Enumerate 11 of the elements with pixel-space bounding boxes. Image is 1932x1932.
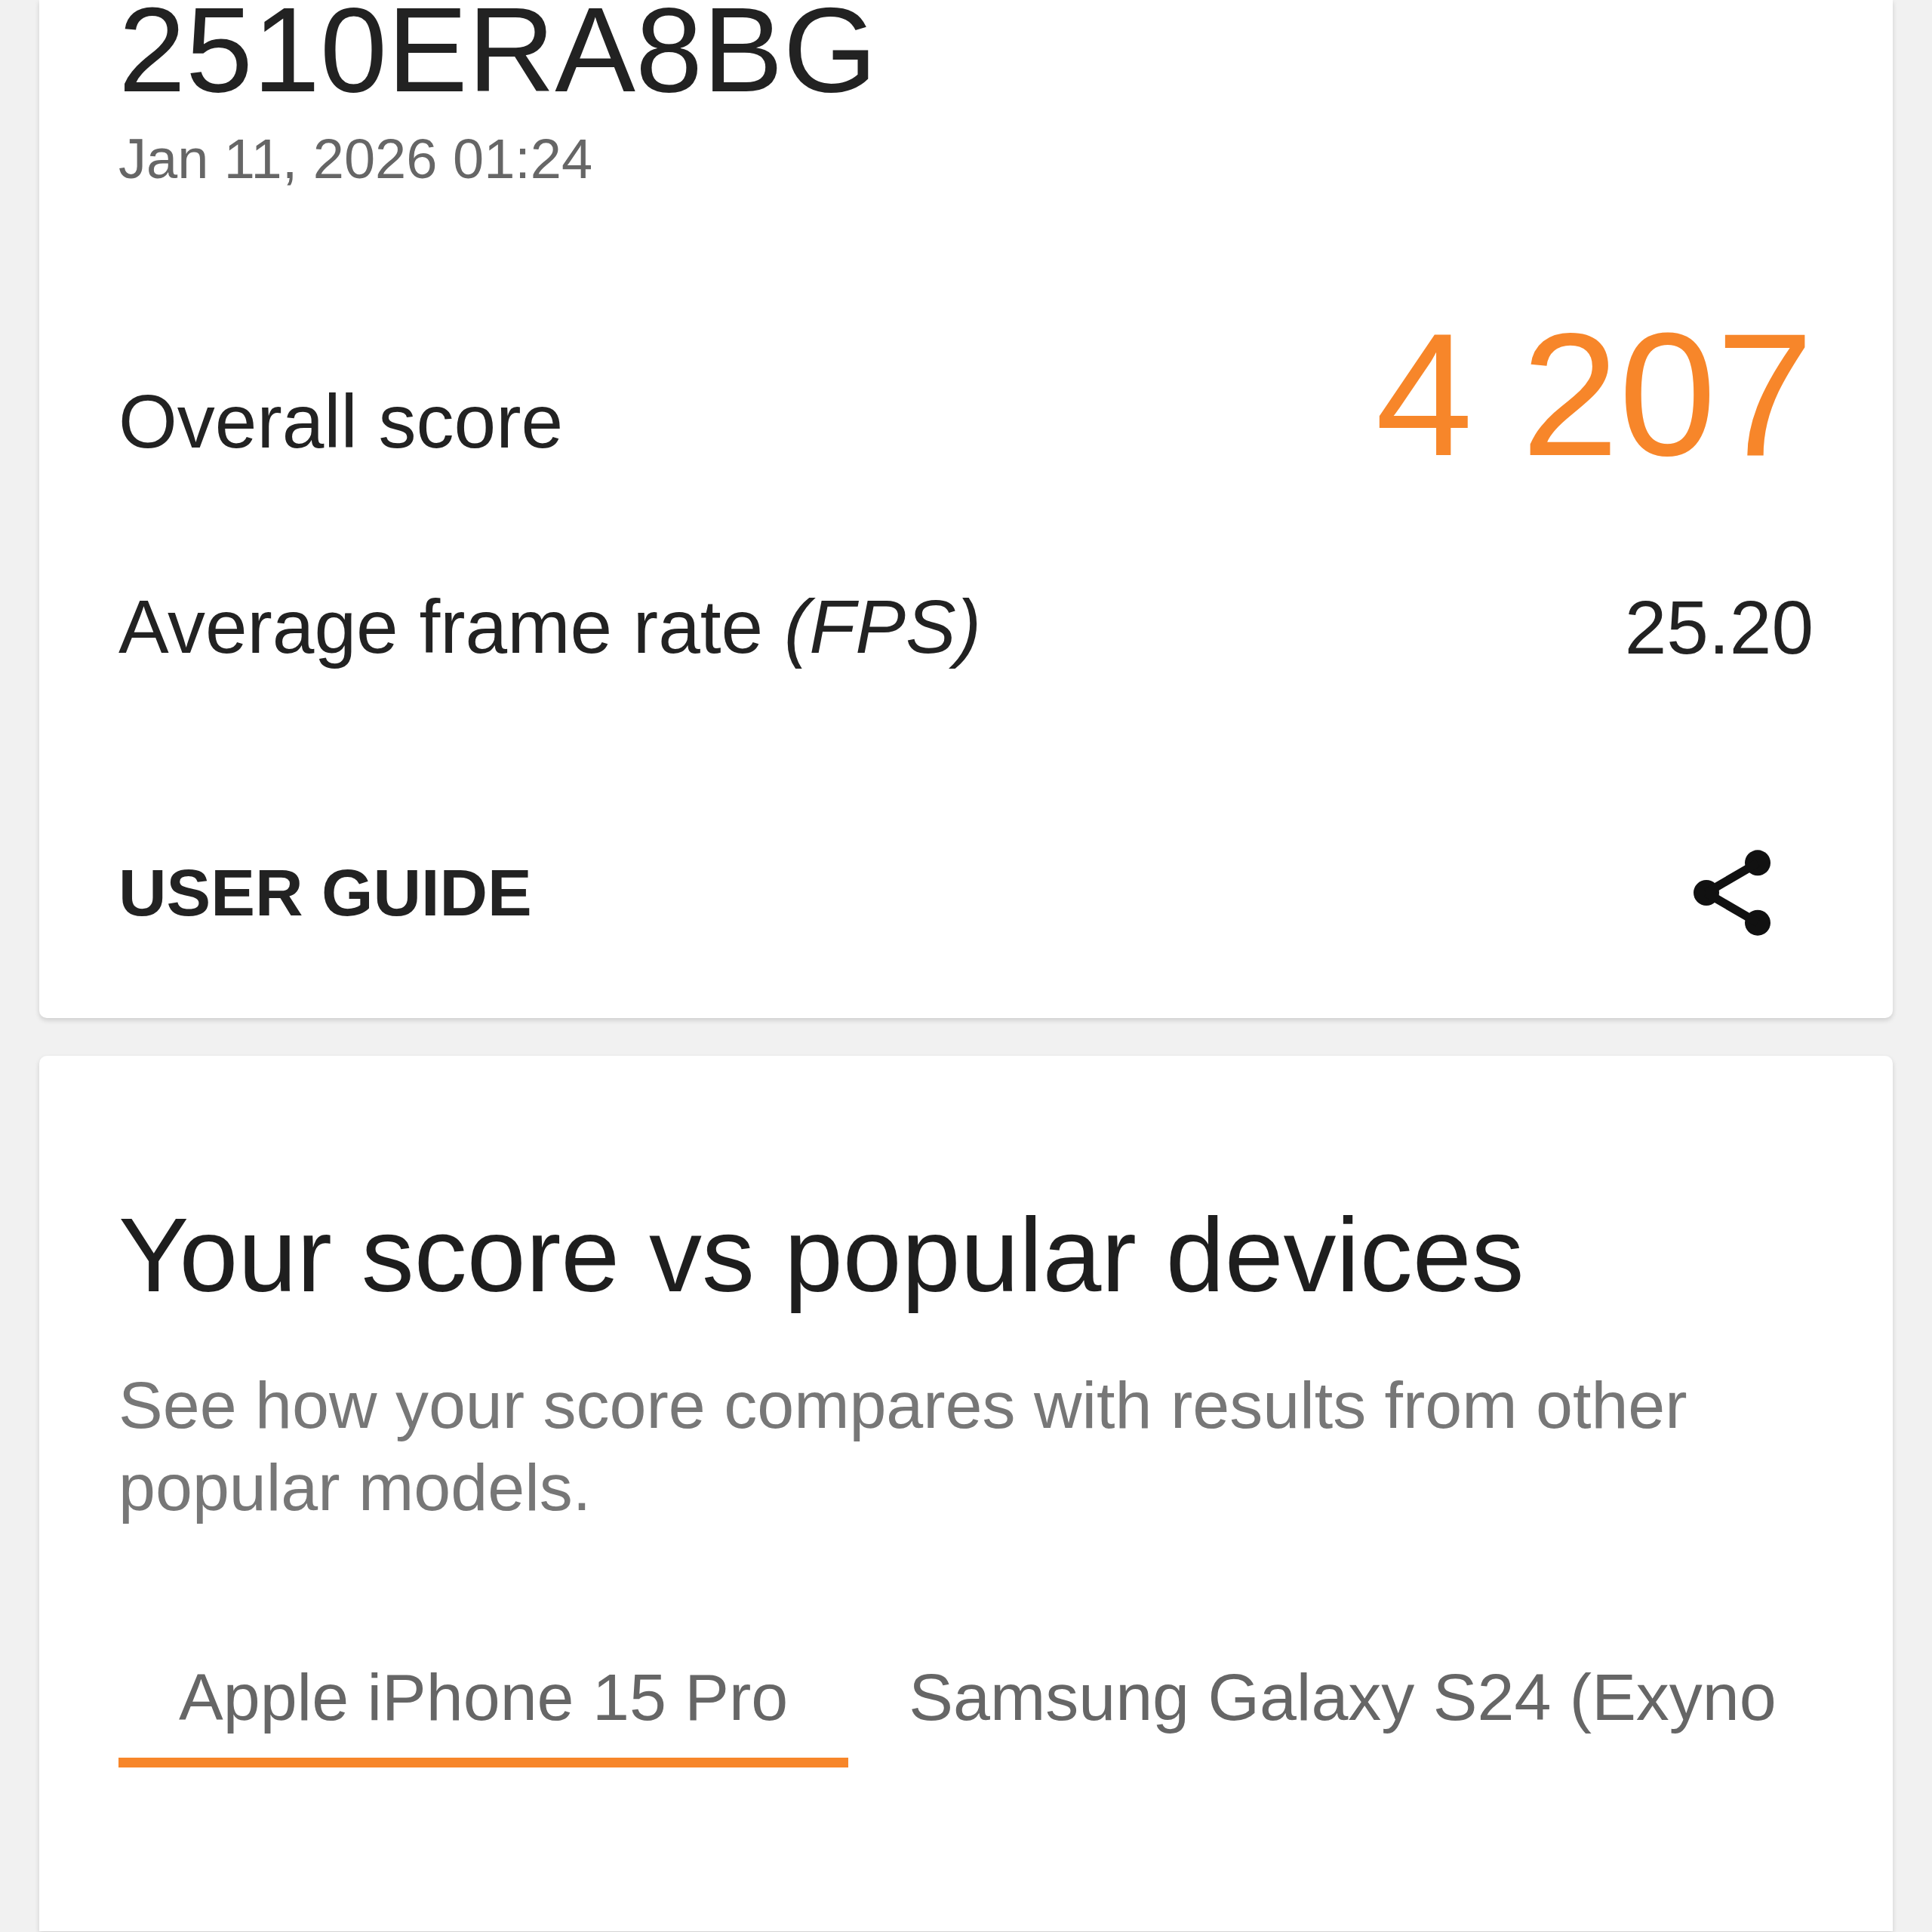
device-tab[interactable]: Apple iPhone 15 Pro	[118, 1657, 849, 1767]
overall-score: 4 207	[1375, 307, 1814, 482]
metric-label: Average frame rate (FPS)	[118, 583, 982, 670]
test-date: Jan 11, 2026 01:24	[118, 131, 593, 187]
metric-value: 25.20	[1624, 589, 1814, 665]
section-description: See how your score compares with results from other popular models.	[118, 1367, 1688, 1526]
metric-label: Overall score	[118, 377, 564, 465]
section-title: Your score vs popular devices	[118, 1195, 1524, 1315]
user-guide-link[interactable]: USER GUIDE	[118, 860, 532, 926]
device-name: 2510ERA8BG	[118, 0, 878, 110]
device-tab[interactable]: Samsung Galaxy S24 (Exyno	[848, 1657, 1837, 1767]
